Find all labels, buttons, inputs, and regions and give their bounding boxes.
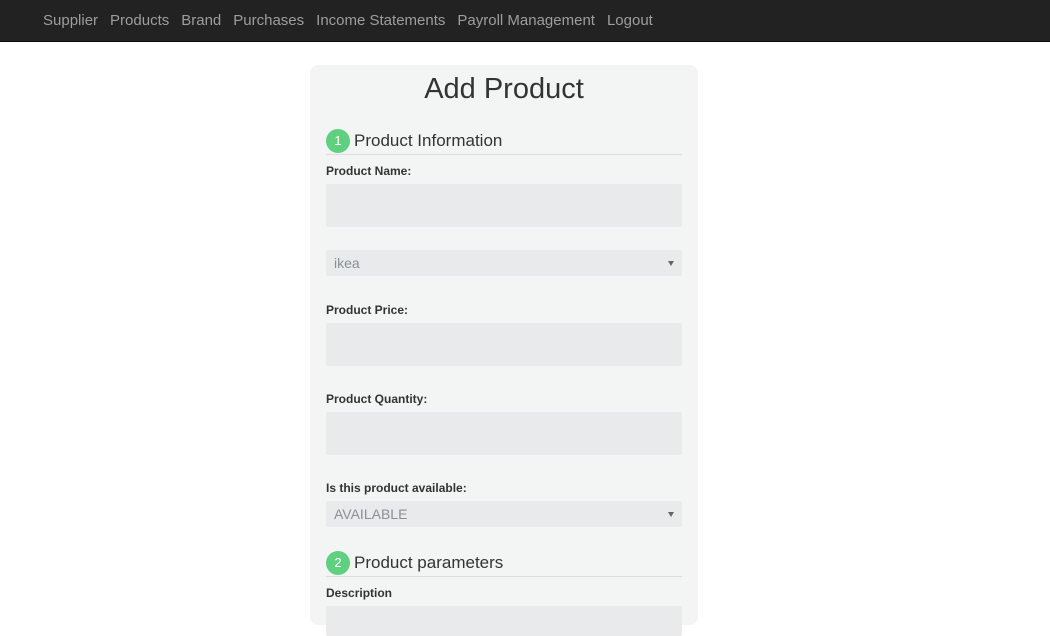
nav-link-supplier[interactable]: Supplier: [37, 0, 104, 42]
availability-label: Is this product available:: [326, 481, 467, 495]
nav-link-payroll-management[interactable]: Payroll Management: [451, 0, 601, 42]
product-price-label: Product Price:: [326, 303, 409, 317]
caret-down-icon: [668, 511, 674, 517]
description-label: Description: [326, 586, 393, 600]
nav-link-logout[interactable]: Logout: [601, 0, 659, 42]
add-product-form: Add Product 1 Product Information Produc…: [310, 65, 698, 636]
availability-select[interactable]: AVAILABLE: [326, 501, 682, 527]
step-number-badge: 1: [326, 128, 350, 153]
section-title: Product parameters: [354, 552, 504, 572]
section-product-parameters: 2 Product parameters: [326, 549, 682, 577]
caret-down-icon: [668, 260, 674, 266]
nav-link-purchases[interactable]: Purchases: [227, 0, 310, 42]
page-title: Add Product: [424, 73, 584, 105]
availability-select-value: AVAILABLE: [334, 506, 408, 522]
product-quantity-input[interactable]: [326, 412, 682, 455]
top-navbar: Supplier Products Brand Purchases Income…: [0, 0, 1050, 42]
nav-link-products[interactable]: Products: [104, 0, 175, 42]
section-title: Product Information: [354, 130, 503, 150]
section-product-information: 1 Product Information: [326, 127, 682, 155]
nav-link-brand[interactable]: Brand: [175, 0, 227, 42]
product-name-label: Product Name:: [326, 164, 412, 178]
nav-link-income-statements[interactable]: Income Statements: [310, 0, 451, 42]
step-number-badge: 2: [326, 550, 350, 575]
brand-select[interactable]: ikea: [326, 250, 682, 276]
product-price-input[interactable]: [326, 323, 682, 366]
description-textarea[interactable]: [326, 606, 682, 636]
brand-select-value: ikea: [334, 255, 360, 271]
product-quantity-label: Product Quantity:: [326, 392, 428, 406]
product-name-input[interactable]: [326, 184, 682, 227]
